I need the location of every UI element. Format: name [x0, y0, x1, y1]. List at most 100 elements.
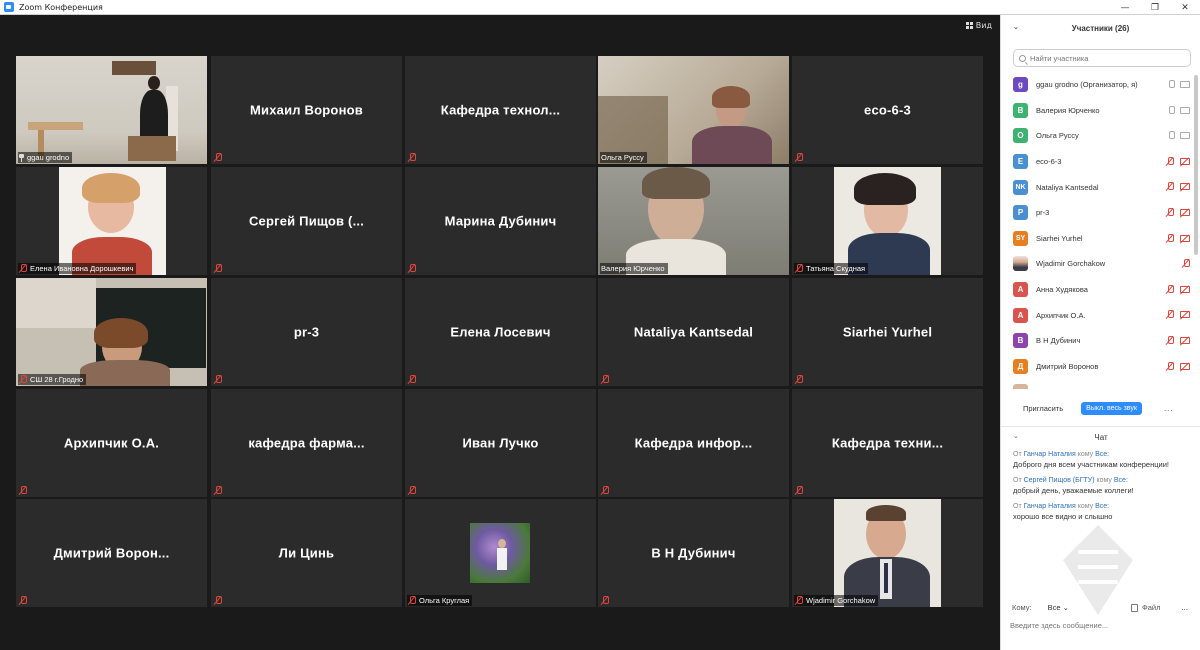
video-tile[interactable]: Иван Лучко: [405, 389, 596, 497]
window-title: Zoom Конференция: [19, 2, 103, 12]
video-tile[interactable]: В Н Дубинич: [598, 499, 789, 607]
participant-row[interactable]: В Валерия Юрченко: [1001, 98, 1194, 124]
tile-participant-name: Ли Цинь: [278, 545, 335, 561]
video-tile[interactable]: Кафедра техни...: [792, 389, 983, 497]
chevron-down-icon[interactable]: ⌄: [1013, 23, 1019, 31]
video-tile[interactable]: Ли Цинь: [211, 499, 402, 607]
avatar: А: [1013, 307, 1028, 323]
tile-participant-name: Архипчик О.А.: [63, 435, 160, 451]
participant-row[interactable]: g ggau grodno (Организатор, я): [1001, 72, 1194, 98]
camera-off-icon: [1180, 183, 1190, 191]
mic-off-icon: [601, 596, 609, 605]
video-tile[interactable]: Wjadimir Gorchakow: [792, 499, 983, 607]
video-tile-active-speaker[interactable]: ggau grodno: [16, 56, 207, 164]
participants-title: Участники (26): [1071, 23, 1130, 33]
mic-icon: [1168, 131, 1175, 140]
avatar: E: [1013, 154, 1028, 170]
participant-row[interactable]: E eco-6-3: [1001, 149, 1194, 175]
participant-row[interactable]: NK Nataliya Kantsedal: [1001, 174, 1194, 200]
tile-participant-name: Марина Дубинич: [444, 213, 557, 229]
view-button[interactable]: Вид: [965, 21, 992, 30]
mic-off-icon: [601, 375, 609, 384]
participant-row[interactable]: Д Дмитрий Воронов: [1001, 354, 1194, 380]
video-tile[interactable]: Елена Ивановна Дорошкевич: [16, 167, 207, 275]
participant-name: Анна Худякова: [1036, 285, 1088, 295]
mic-off-icon: [214, 153, 222, 162]
chevron-down-icon[interactable]: ⌄: [1013, 432, 1019, 440]
video-tile[interactable]: кафедра фарма...: [211, 389, 402, 497]
close-button[interactable]: ✕: [1170, 0, 1200, 15]
video-tile[interactable]: Архипчик О.А.: [16, 389, 207, 497]
camera-off-icon: [1180, 311, 1190, 319]
tile-name-tag: Wjadimir Gorchakow: [794, 595, 879, 606]
recipient-select[interactable]: Все ⌄: [1048, 603, 1069, 612]
mic-icon[interactable]: [1168, 80, 1175, 89]
video-tile[interactable]: Татьяна Скудная: [792, 167, 983, 275]
mute-all-button[interactable]: Выкл. весь звук: [1081, 401, 1142, 415]
participant-name: Дмитрий Воронов: [1036, 361, 1099, 371]
participant-search[interactable]: [1013, 49, 1191, 67]
tile-participant-name: Кафедра техни...: [831, 435, 944, 451]
participant-row[interactable]: P pr-3: [1001, 200, 1194, 226]
video-tile[interactable]: Кафедра инфор...: [598, 389, 789, 497]
participant-search-input[interactable]: [1030, 53, 1180, 63]
tile-participant-name: Кафедра инфор...: [634, 435, 753, 451]
minimize-button[interactable]: —: [1110, 0, 1140, 15]
camera-off-icon: [1180, 336, 1190, 344]
video-tile[interactable]: Ольга Круглая: [405, 499, 596, 607]
participant-list-scrollbar[interactable]: [1194, 75, 1198, 255]
participant-row[interactable]: А Анна Худякова: [1001, 277, 1194, 303]
camera-off-icon: [1180, 285, 1190, 293]
divider: [1001, 426, 1200, 427]
file-icon: [1131, 603, 1138, 612]
video-tile[interactable]: Ольга Руссу: [598, 56, 789, 164]
to-label: Кому:: [1012, 603, 1032, 612]
video-tile[interactable]: Nataliya Kantsedal: [598, 278, 789, 386]
tile-name-tag: Ольга Руссу: [600, 152, 647, 163]
participant-name: pr-3: [1036, 208, 1050, 218]
mic-off-icon: [601, 486, 609, 495]
video-tile[interactable]: Елена Лосевич: [405, 278, 596, 386]
file-button[interactable]: Файл: [1131, 603, 1160, 612]
view-button-label: Вид: [975, 21, 992, 30]
invite-button[interactable]: Пригласить: [1023, 404, 1063, 413]
chat-more-button[interactable]: ...: [1181, 603, 1188, 612]
tile-participant-name: Елена Лосевич: [450, 324, 551, 340]
maximize-button[interactable]: ❐: [1140, 0, 1170, 15]
video-tile[interactable]: eco-6-3: [792, 56, 983, 164]
participant-actions: Пригласить Выкл. весь звук ...: [1001, 398, 1200, 418]
participant-row[interactable]: А Архипчик О.А.: [1001, 302, 1194, 328]
video-tile[interactable]: СШ 28 г.Гродно: [16, 278, 207, 386]
participant-row[interactable]: В В Н Дубинич: [1001, 328, 1194, 354]
more-options-button[interactable]: ...: [1164, 404, 1174, 413]
video-tile[interactable]: Дмитрий Ворон...: [16, 499, 207, 607]
tile-name-tag: Елена Ивановна Дорошкевич: [18, 263, 137, 274]
participant-row[interactable]: [1001, 379, 1194, 389]
participant-name: ggau grodno (Организатор, я): [1036, 80, 1138, 90]
video-tile[interactable]: Сергей Пищов (...: [211, 167, 402, 275]
participant-row[interactable]: О Ольга Руссу: [1001, 123, 1194, 149]
chat-input[interactable]: [1010, 618, 1190, 632]
participant-name: Wjadimir Gorchakow: [1036, 259, 1106, 269]
tile-name-tag: Валерия Юрченко: [600, 263, 668, 274]
video-tile[interactable]: Михаил Воронов: [211, 56, 402, 164]
video-tile[interactable]: Марина Дубинич: [405, 167, 596, 275]
video-tile[interactable]: pr-3: [211, 278, 402, 386]
tile-participant-name: eco-6-3: [864, 102, 911, 118]
participant-name: Siarhei Yurhel: [1036, 233, 1083, 243]
participant-name: Валерия Юрченко: [1036, 105, 1100, 115]
mic-off-icon: [795, 153, 803, 162]
video-tile[interactable]: Siarhei Yurhel: [792, 278, 983, 386]
participant-row[interactable]: Wjadimir Gorchakow: [1001, 251, 1194, 277]
camera-icon: [1180, 132, 1190, 140]
avatar: А: [1013, 282, 1028, 298]
avatar: [1013, 384, 1028, 389]
video-tile[interactable]: Кафедра технол...: [405, 56, 596, 164]
camera-off-icon: [1180, 234, 1190, 242]
pin-icon: [19, 153, 24, 162]
chat-message: От Ганчар Наталия кому Все: Доброго дня …: [1013, 451, 1193, 470]
participant-row[interactable]: SY Siarhei Yurhel: [1001, 226, 1194, 252]
video-tile[interactable]: Валерия Юрченко: [598, 167, 789, 275]
tile-name-tag: СШ 28 г.Гродно: [18, 374, 87, 385]
camera-icon[interactable]: [1180, 81, 1190, 88]
